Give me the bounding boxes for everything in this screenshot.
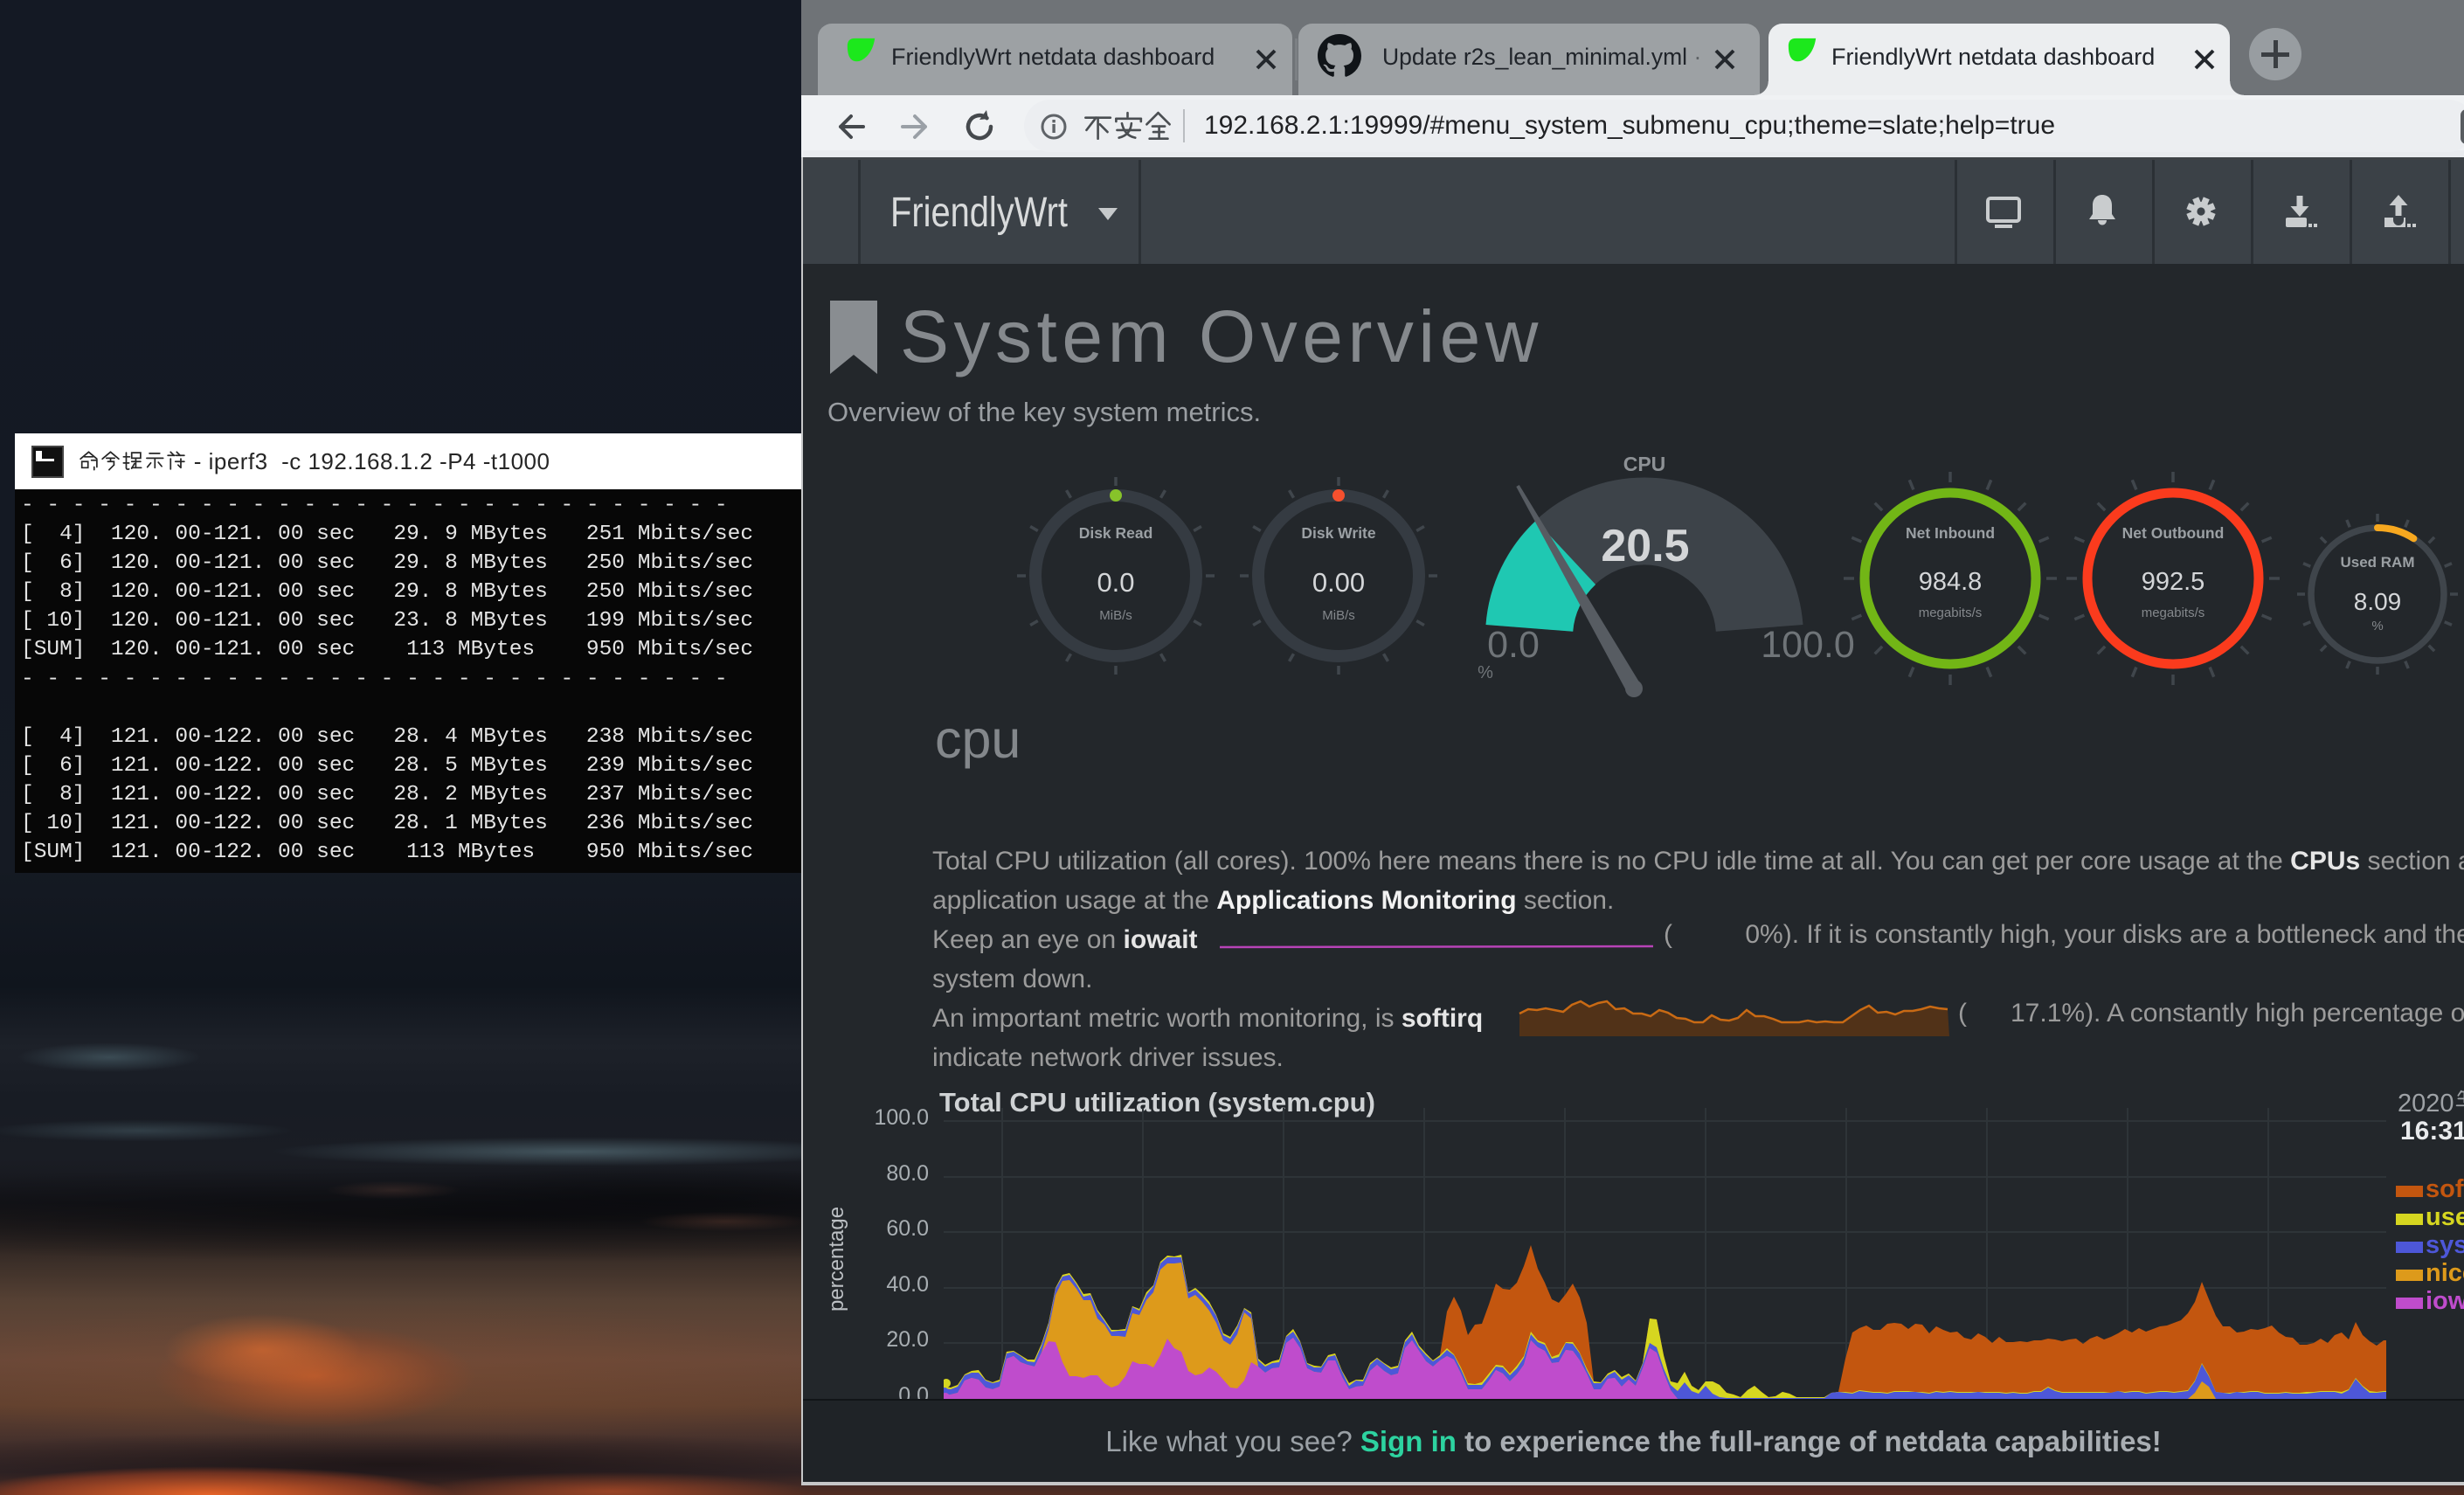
svg-text:%: % [2371, 619, 2383, 633]
svg-text:8.09: 8.09 [2354, 588, 2402, 615]
svg-text:CPU: CPU [1623, 453, 1666, 475]
svg-text:MiB/s: MiB/s [1322, 608, 1355, 623]
svg-text:megabits/s: megabits/s [1919, 606, 1983, 620]
svg-text:Disk Read: Disk Read [1079, 524, 1153, 542]
svg-text:%: % [1478, 663, 1493, 682]
svg-text:MiB/s: MiB/s [1099, 608, 1132, 623]
svg-text:20.5: 20.5 [1601, 521, 1689, 571]
svg-text:Net Inbound: Net Inbound [1906, 524, 1995, 542]
svg-text:Disk Write: Disk Write [1301, 524, 1376, 542]
svg-text:0.0: 0.0 [1097, 567, 1134, 598]
svg-text:Net Outbound: Net Outbound [2122, 524, 2225, 542]
svg-text:0.00: 0.00 [1312, 567, 1365, 598]
svg-text:0.0: 0.0 [1487, 624, 1540, 666]
svg-text:Used RAM: Used RAM [2340, 554, 2414, 571]
svg-text:megabits/s: megabits/s [2142, 606, 2205, 620]
svg-text:992.5: 992.5 [2142, 568, 2205, 596]
svg-text:984.8: 984.8 [1919, 568, 1983, 596]
